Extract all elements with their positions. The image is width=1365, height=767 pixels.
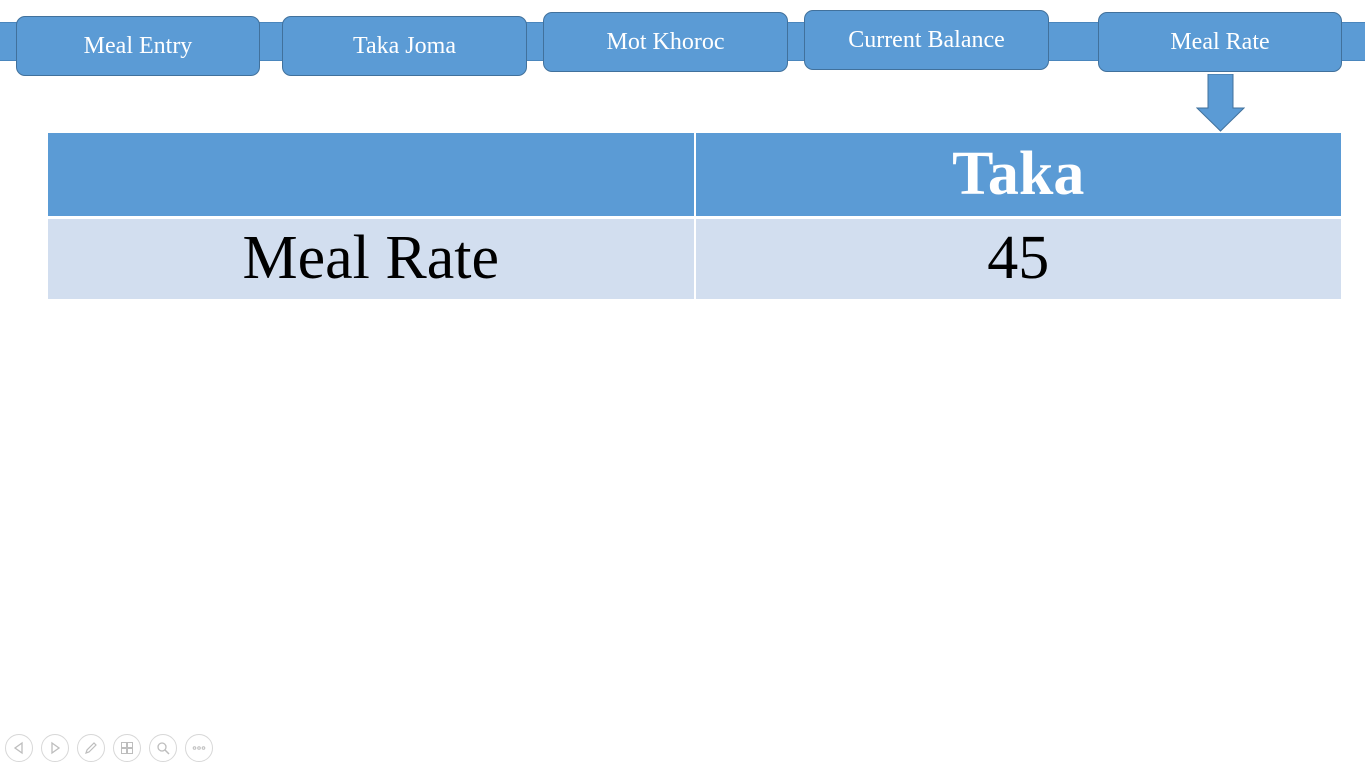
table-header-taka: Taka: [694, 133, 1341, 219]
table-header-empty: [48, 133, 696, 219]
pen-icon[interactable]: [77, 734, 105, 762]
slideshow-controls: [5, 734, 213, 762]
next-icon[interactable]: [41, 734, 69, 762]
nav-button-taka-joma[interactable]: Taka Joma: [282, 16, 527, 76]
table-row: Meal Rate 45: [48, 217, 1341, 299]
table-cell-value: 45: [694, 217, 1341, 299]
zoom-icon[interactable]: [149, 734, 177, 762]
down-arrow-icon: [1196, 74, 1245, 132]
slides-icon[interactable]: [113, 734, 141, 762]
more-icon[interactable]: [185, 734, 213, 762]
table-header-row: Taka: [48, 133, 1341, 219]
nav-button-mot-khoroc[interactable]: Mot Khoroc: [543, 12, 788, 72]
nav-button-meal-rate[interactable]: Meal Rate: [1098, 12, 1342, 72]
nav-button-current-balance[interactable]: Current Balance: [804, 10, 1049, 70]
slide: Meal Entry Taka Joma Mot Khoroc Current …: [0, 0, 1365, 767]
meal-rate-table: Taka Meal Rate 45: [48, 133, 1341, 299]
previous-icon[interactable]: [5, 734, 33, 762]
nav-button-meal-entry[interactable]: Meal Entry: [16, 16, 260, 76]
table-cell-label: Meal Rate: [48, 217, 696, 299]
